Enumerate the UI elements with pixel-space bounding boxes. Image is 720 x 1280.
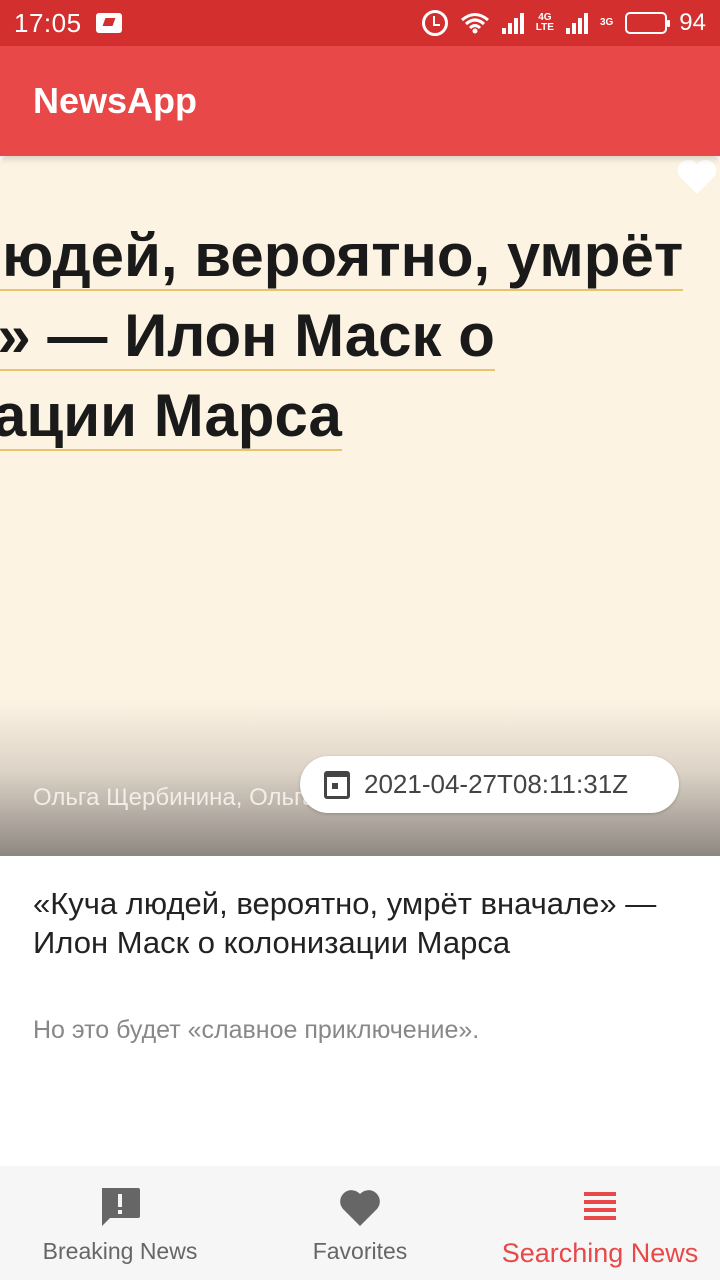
heart-icon[interactable] [674, 156, 720, 196]
article-image: людей, вероятно, умрёт е» — Илон Маск о … [0, 156, 720, 856]
status-time: 17:05 [14, 7, 82, 38]
status-icons: 4G LTE 3G 94 [421, 9, 706, 37]
battery-icon [625, 12, 671, 34]
battery-level: 94 [679, 9, 706, 36]
image-headline-line: зации Марса [0, 382, 342, 451]
alarm-icon [421, 10, 448, 36]
date-chip: 2021-04-27T08:11:31Z [300, 756, 679, 813]
list-icon [584, 1192, 616, 1220]
article-author: Ольга Щербинина, Ольга [33, 784, 316, 811]
nav-searching-news[interactable]: Searching News [480, 1166, 720, 1280]
network-type-2: 3G [599, 17, 614, 28]
wifi-icon [460, 12, 490, 34]
image-headline: людей, вероятно, умрёт е» — Илон Маск о … [0, 216, 720, 456]
status-bar: 17:05 4G LTE 3G 94 [0, 0, 720, 46]
article-body: «Куча людей, вероятно, умрёт вначале» — … [0, 856, 720, 1166]
nav-favorites[interactable]: Favorites [240, 1166, 480, 1280]
nav-label: Breaking News [42, 1238, 198, 1264]
nav-label: Searching News [501, 1238, 699, 1268]
heart-icon [340, 1190, 380, 1226]
signal-icon-2 [565, 12, 588, 34]
image-notification-icon [95, 13, 122, 33]
article-card[interactable]: людей, вероятно, умрёт е» — Илон Маск о … [0, 156, 720, 1166]
article-title: «Куча людей, вероятно, умрёт вначале» — … [33, 886, 657, 960]
network-type-1-sublabel: LTE [535, 22, 554, 33]
calendar-icon [324, 770, 350, 799]
bottom-navigation: Breaking News Favorites Searching News [0, 1166, 720, 1280]
nav-breaking-news[interactable]: Breaking News [0, 1166, 240, 1280]
app-title: NewsApp [33, 80, 198, 121]
alert-message-icon [102, 1188, 140, 1226]
signal-icon [501, 12, 524, 34]
image-headline-line: е» — Илон Маск о [0, 302, 495, 371]
article-description: Но это будет «славное приключение». [33, 1016, 480, 1044]
app-bar: NewsApp [0, 46, 720, 156]
nav-label: Favorites [312, 1238, 408, 1264]
published-date: 2021-04-27T08:11:31Z [364, 769, 629, 799]
network-type-1: 4G LTE [536, 13, 554, 33]
image-headline-line: людей, вероятно, умрёт [0, 222, 684, 291]
